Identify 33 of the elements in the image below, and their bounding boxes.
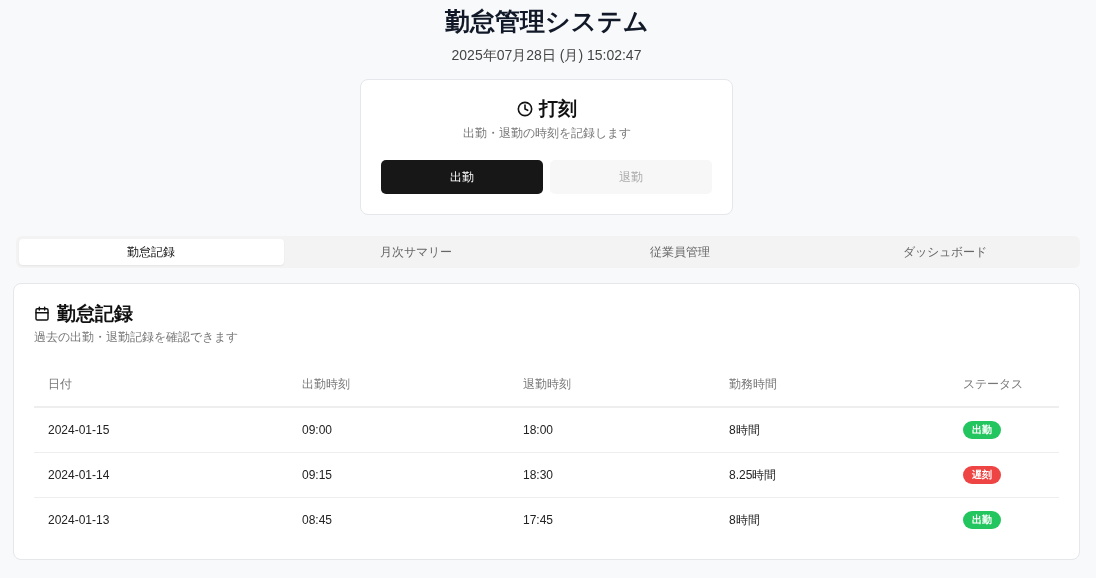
tab[interactable]: 従業員管理 — [548, 239, 813, 265]
tab[interactable]: 勤怠記録 — [19, 239, 284, 265]
clock-in-button[interactable]: 出勤 — [381, 160, 543, 194]
current-datetime: 2025年07月28日 (月) 15:02:47 — [451, 46, 642, 64]
table-cell: 8時間 — [715, 497, 949, 542]
column-header: 勤務時間 — [715, 362, 949, 407]
table-cell: 8時間 — [715, 407, 949, 453]
tab[interactable]: 月次サマリー — [283, 239, 548, 265]
tab[interactable]: ダッシュボード — [812, 239, 1077, 265]
calendar-icon — [34, 306, 50, 322]
app-title: 勤怠管理システム — [444, 6, 649, 36]
column-header: ステータス — [949, 362, 1059, 407]
table-cell: 18:30 — [509, 452, 715, 498]
status-badge: 遅刻 — [963, 466, 1001, 484]
table-cell: 2024-01-13 — [34, 497, 288, 542]
status-badge: 出勤 — [963, 421, 1001, 439]
section-title: 勤怠記録 — [57, 302, 133, 326]
table-cell: 09:00 — [288, 407, 509, 453]
clock-icon — [516, 101, 533, 117]
table-cell: 09:15 — [288, 452, 509, 498]
column-header: 退勤時刻 — [509, 362, 715, 407]
section-description: 過去の出勤・退勤記録を確認できます — [34, 329, 239, 346]
table-cell: 18:00 — [509, 407, 715, 453]
punch-description: 出勤・退勤の時刻を記録します — [462, 125, 631, 142]
status-badge: 出勤 — [963, 511, 1001, 529]
punch-title: 打刻 — [538, 98, 577, 120]
column-header: 日付 — [34, 362, 288, 407]
table-cell: 08:45 — [288, 497, 509, 542]
table-cell: 17:45 — [509, 497, 715, 542]
table-cell: 8.25時間 — [715, 452, 949, 498]
table-cell: 2024-01-14 — [34, 452, 288, 498]
column-header: 出勤時刻 — [288, 362, 509, 407]
table-cell: 2024-01-15 — [34, 407, 288, 453]
